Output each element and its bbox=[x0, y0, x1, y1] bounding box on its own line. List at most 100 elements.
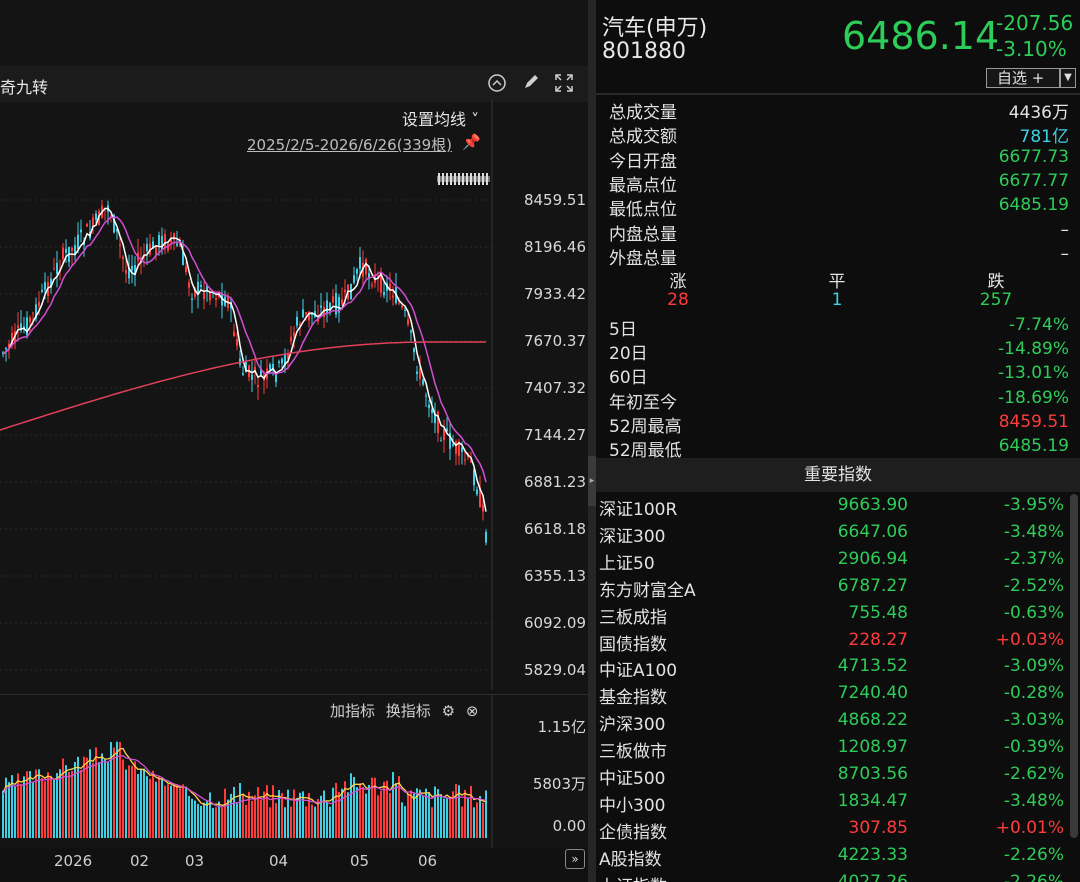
volume-bar bbox=[2, 790, 4, 838]
candle-body bbox=[62, 247, 64, 260]
volume-bar bbox=[326, 802, 328, 838]
candle-body bbox=[425, 395, 427, 397]
volume-bar bbox=[92, 762, 94, 838]
draw-pen-icon[interactable] bbox=[520, 73, 542, 95]
candle-body bbox=[56, 262, 58, 274]
volume-bar bbox=[419, 789, 421, 838]
volume-bar bbox=[107, 761, 109, 838]
volume-chart[interactable] bbox=[0, 695, 496, 848]
volume-bar bbox=[44, 781, 46, 838]
key-index-pct: -3.95% bbox=[1003, 495, 1064, 515]
key-index-name: 中证A100 bbox=[599, 661, 678, 682]
candle-body bbox=[251, 374, 253, 380]
key-index-value: 4713.52 bbox=[837, 656, 908, 677]
stat-value: 6485.19 bbox=[998, 195, 1069, 216]
decline-count: 257 bbox=[979, 290, 1013, 310]
candle-body bbox=[452, 444, 454, 446]
candle-body bbox=[44, 282, 46, 291]
chevron-down-icon[interactable]: ▼ bbox=[1060, 68, 1076, 88]
volume-bar bbox=[212, 807, 214, 838]
stat-label: 总成交额 bbox=[609, 127, 677, 148]
candle-body bbox=[65, 248, 67, 253]
key-index-value: 4027.26 bbox=[837, 871, 908, 882]
key-index-pct: -3.48% bbox=[1003, 790, 1064, 811]
volume-bar bbox=[101, 753, 103, 838]
volume-bar bbox=[362, 786, 364, 838]
key-index-value: 8703.56 bbox=[837, 764, 908, 784]
candle-body bbox=[359, 256, 361, 269]
price-axis-tick: 5829.04 bbox=[523, 661, 586, 679]
volume-bar bbox=[317, 798, 319, 838]
volume-bar bbox=[395, 783, 397, 838]
candle-body bbox=[281, 358, 283, 364]
volume-bar bbox=[143, 768, 145, 838]
price-chart[interactable] bbox=[0, 100, 496, 690]
volume-bar bbox=[170, 785, 172, 838]
candle-body bbox=[455, 441, 457, 454]
candle-body bbox=[332, 296, 334, 303]
index-code: 801880 bbox=[602, 39, 686, 64]
candle-body bbox=[188, 282, 190, 288]
volume-bar bbox=[431, 807, 433, 838]
stat-label: 总成交量 bbox=[609, 103, 677, 123]
candle-body bbox=[296, 316, 298, 326]
volume-bar bbox=[20, 784, 22, 838]
candle-body bbox=[401, 305, 403, 308]
period-value: -18.69% bbox=[998, 387, 1069, 408]
candle-body bbox=[407, 319, 409, 325]
volume-bar bbox=[239, 783, 241, 838]
candle-body bbox=[203, 292, 205, 300]
candle-body bbox=[353, 275, 355, 283]
collapse-arrow-icon[interactable]: ▸ bbox=[588, 456, 596, 506]
stat-label: 最低点位 bbox=[609, 200, 677, 221]
volume-axis-tick: 0.00 bbox=[552, 817, 586, 835]
key-index-name: 三板做市 bbox=[599, 742, 667, 763]
key-index-value: 228.27 bbox=[848, 629, 908, 650]
add-watchlist-button[interactable]: 自选 + bbox=[986, 68, 1060, 88]
volume-bar bbox=[188, 795, 190, 838]
candle-body bbox=[200, 285, 202, 287]
candle-body bbox=[122, 256, 124, 260]
volume-bar bbox=[473, 807, 475, 838]
price-axis-tick: 7670.37 bbox=[523, 332, 586, 350]
panel-divider[interactable] bbox=[588, 0, 596, 882]
volume-bar bbox=[479, 796, 481, 838]
volume-bar bbox=[137, 774, 139, 838]
volume-bar bbox=[122, 759, 124, 838]
scrollbar[interactable] bbox=[1070, 494, 1078, 838]
volume-bars bbox=[2, 741, 487, 838]
candle-body bbox=[416, 371, 418, 374]
fullscreen-icon[interactable] bbox=[553, 73, 575, 95]
volume-bar bbox=[176, 784, 178, 838]
key-index-pct: -2.52% bbox=[1003, 575, 1064, 596]
key-index-name: 中小300 bbox=[599, 795, 666, 816]
volume-bar bbox=[410, 790, 412, 838]
volume-bar bbox=[209, 792, 211, 838]
volume-bar bbox=[128, 765, 130, 838]
candle-body bbox=[443, 428, 445, 441]
index-change-pct: -3.10% bbox=[996, 37, 1067, 61]
volume-bar bbox=[314, 806, 316, 838]
collapse-icon[interactable] bbox=[486, 73, 508, 95]
candle-body bbox=[17, 325, 19, 329]
candle-body bbox=[383, 291, 385, 296]
key-index-pct: -0.63% bbox=[1003, 602, 1064, 623]
key-index-pct: -3.03% bbox=[1003, 710, 1064, 731]
volume-bar bbox=[158, 775, 160, 838]
volume-bar bbox=[206, 801, 208, 838]
time-axis-label: 06 bbox=[418, 852, 438, 870]
volume-bar bbox=[434, 786, 436, 838]
candle-body bbox=[272, 363, 274, 369]
volume-bar bbox=[275, 803, 277, 838]
candle-body bbox=[428, 404, 430, 409]
time-axis-label: 02 bbox=[130, 852, 150, 870]
stat-value: 781亿 bbox=[1019, 127, 1069, 148]
volume-bar bbox=[365, 793, 367, 838]
volume-bar bbox=[140, 768, 142, 838]
candle-body bbox=[29, 317, 31, 323]
candle-body bbox=[95, 213, 97, 220]
expand-right-icon[interactable]: » bbox=[565, 849, 585, 869]
indicator-name: 奇九转 bbox=[0, 78, 49, 97]
stat-value: 6677.77 bbox=[998, 170, 1069, 191]
volume-bar bbox=[443, 798, 445, 838]
